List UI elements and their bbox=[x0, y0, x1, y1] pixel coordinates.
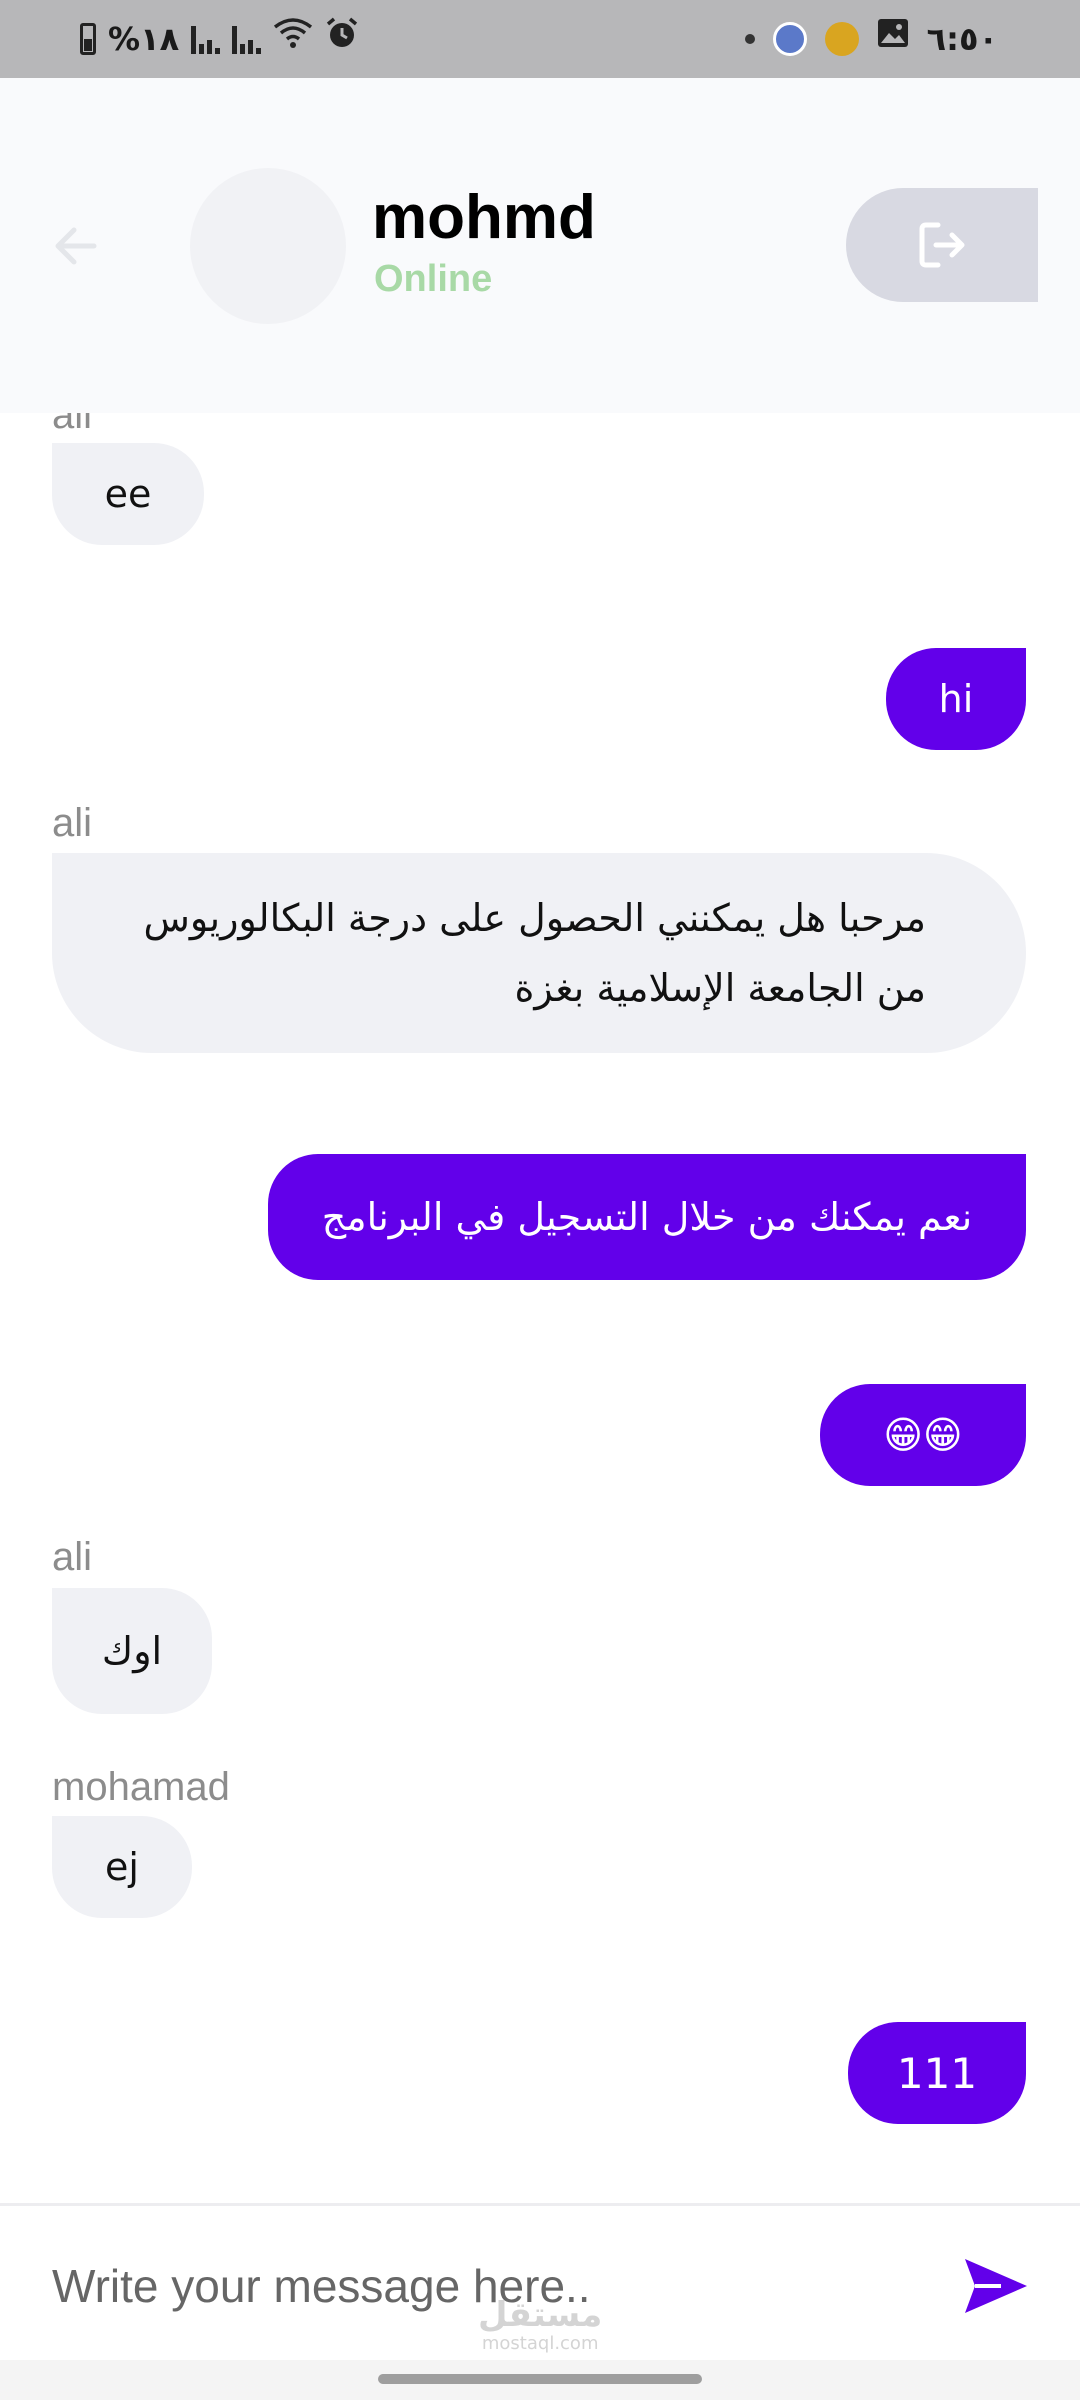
message-list[interactable]: ali ee mohmd hi ali مرحبا هل يمكنني الحص… bbox=[0, 413, 1080, 2203]
message-text: hi bbox=[938, 677, 974, 721]
alarm-icon bbox=[325, 16, 359, 62]
signal-icon bbox=[191, 24, 221, 54]
message-bubble[interactable]: ee bbox=[52, 443, 204, 545]
clock-time: ٦:٥٠ bbox=[926, 20, 998, 58]
app-icon bbox=[772, 22, 807, 56]
message-text: نعم يمكنك من خلال التسجيل في البرنامج bbox=[321, 1195, 973, 1239]
avatar[interactable] bbox=[190, 168, 346, 324]
message-text: ej bbox=[105, 1845, 139, 1889]
back-button[interactable] bbox=[46, 218, 106, 278]
logout-button[interactable] bbox=[846, 188, 1038, 302]
sender-name: ali bbox=[52, 413, 93, 437]
sender-name: mohamad bbox=[52, 1765, 230, 1809]
send-icon bbox=[965, 2259, 1027, 2313]
watermark-text: مستقل bbox=[478, 2295, 603, 2335]
send-button[interactable] bbox=[958, 2250, 1034, 2322]
message-bubble[interactable]: مرحبا هل يمكنني الحصول على درجة البكالور… bbox=[52, 853, 1026, 1053]
watermark: مستقل mostaql.com bbox=[478, 2296, 602, 2354]
battery-charging-icon bbox=[80, 23, 96, 55]
sender-name: ali bbox=[52, 801, 93, 845]
message-text: 😁😁 bbox=[883, 1413, 963, 1457]
message-bubble[interactable]: نعم يمكنك من خلال التسجيل في البرنامج bbox=[268, 1154, 1026, 1280]
logout-icon bbox=[919, 222, 965, 268]
home-handle[interactable] bbox=[378, 2374, 702, 2384]
contact-name: mohmd bbox=[372, 183, 596, 252]
message-text: 111 bbox=[896, 2048, 978, 2098]
message-text: ee bbox=[104, 472, 152, 516]
message-bubble[interactable]: hi bbox=[886, 648, 1026, 750]
signal-icon bbox=[232, 24, 262, 54]
message-bubble[interactable]: 😁😁 bbox=[820, 1384, 1026, 1486]
message-bubble[interactable]: 111 bbox=[848, 2022, 1026, 2124]
app-icon bbox=[824, 22, 859, 56]
arrow-left-icon bbox=[55, 227, 97, 265]
navigation-bar bbox=[0, 2360, 1080, 2400]
status-bar: %١٨ ٦:٥٠ bbox=[0, 0, 1080, 78]
online-status: Online bbox=[374, 258, 493, 300]
message-bubble[interactable]: اوك bbox=[52, 1588, 212, 1714]
dot-icon bbox=[744, 34, 755, 44]
message-composer: مستقل mostaql.com bbox=[0, 2203, 1080, 2363]
message-text: اوك bbox=[101, 1629, 163, 1673]
battery-percent: %١٨ bbox=[108, 20, 180, 58]
status-bar-right: ٦:٥٠ bbox=[744, 18, 998, 60]
sender-name: ali bbox=[52, 1535, 93, 1579]
message-text: مرحبا هل يمكنني الحصول على درجة البكالور… bbox=[143, 896, 926, 1010]
message-bubble[interactable]: ej bbox=[52, 1816, 192, 1918]
watermark-domain: mostaql.com bbox=[481, 2333, 599, 2354]
chat-header: mohmd Online bbox=[0, 78, 1080, 413]
status-bar-left: %١٨ bbox=[80, 16, 359, 62]
wifi-icon bbox=[273, 17, 313, 61]
gallery-icon bbox=[877, 18, 909, 60]
